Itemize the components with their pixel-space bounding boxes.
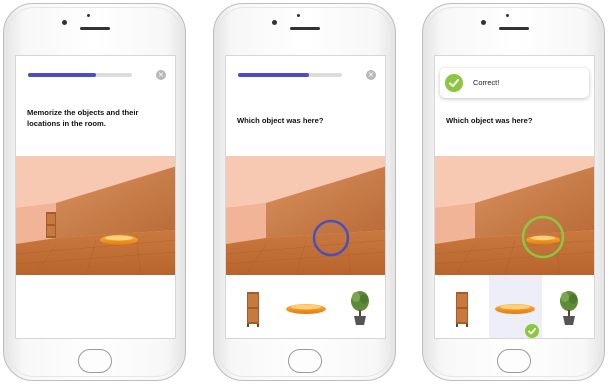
task-prompt: Memorize the objects and their locations… <box>27 108 139 128</box>
question-prompt: Which object was here? <box>237 116 324 125</box>
selected-check-icon <box>525 324 539 338</box>
close-button[interactable]: × <box>366 70 376 80</box>
choice-potted-plant[interactable] <box>543 275 594 338</box>
home-button[interactable] <box>497 349 531 373</box>
progress-bar <box>238 73 342 77</box>
progress-fill <box>238 73 309 77</box>
screen-feedback: Correct! Which object was here? <box>434 55 595 339</box>
question-prompt: Which object was here? <box>446 116 533 125</box>
screen-memorize: × Memorize the objects and their locatio… <box>15 55 176 339</box>
close-button[interactable]: × <box>156 70 166 80</box>
proximity-sensor <box>297 14 300 17</box>
choice-boat[interactable] <box>280 275 333 338</box>
correct-toast: Correct! <box>440 68 589 98</box>
phone-2: × Which object was here? <box>213 3 396 381</box>
answer-choices <box>226 275 385 338</box>
choice-cabinet[interactable] <box>226 275 279 338</box>
answer-choices <box>435 275 594 338</box>
room-scene <box>226 156 385 276</box>
room-scene <box>435 156 594 276</box>
earpiece-speaker <box>80 27 110 30</box>
earpiece-speaker <box>499 27 529 30</box>
cabinet-object <box>46 212 56 238</box>
home-button[interactable] <box>288 349 322 373</box>
choice-boat-selected[interactable] <box>489 275 542 338</box>
phone-1: × Memorize the objects and their locatio… <box>3 3 186 381</box>
boat-object <box>100 235 138 245</box>
check-circle-icon <box>445 74 463 92</box>
toast-message: Correct! <box>473 78 500 87</box>
boat-object <box>526 235 560 245</box>
screen-question: × Which object was here? <box>225 55 386 339</box>
room-scene <box>16 156 175 276</box>
choice-potted-plant[interactable] <box>334 275 385 338</box>
front-camera <box>62 20 67 25</box>
progress-fill <box>28 73 96 77</box>
phone-3: Correct! Which object was here? <box>422 3 605 381</box>
front-camera <box>272 20 277 25</box>
progress-bar <box>28 73 132 77</box>
home-button[interactable] <box>78 349 112 373</box>
choice-cabinet[interactable] <box>435 275 488 338</box>
proximity-sensor <box>87 14 90 17</box>
front-camera <box>481 20 486 25</box>
earpiece-speaker <box>290 27 320 30</box>
proximity-sensor <box>506 14 509 17</box>
